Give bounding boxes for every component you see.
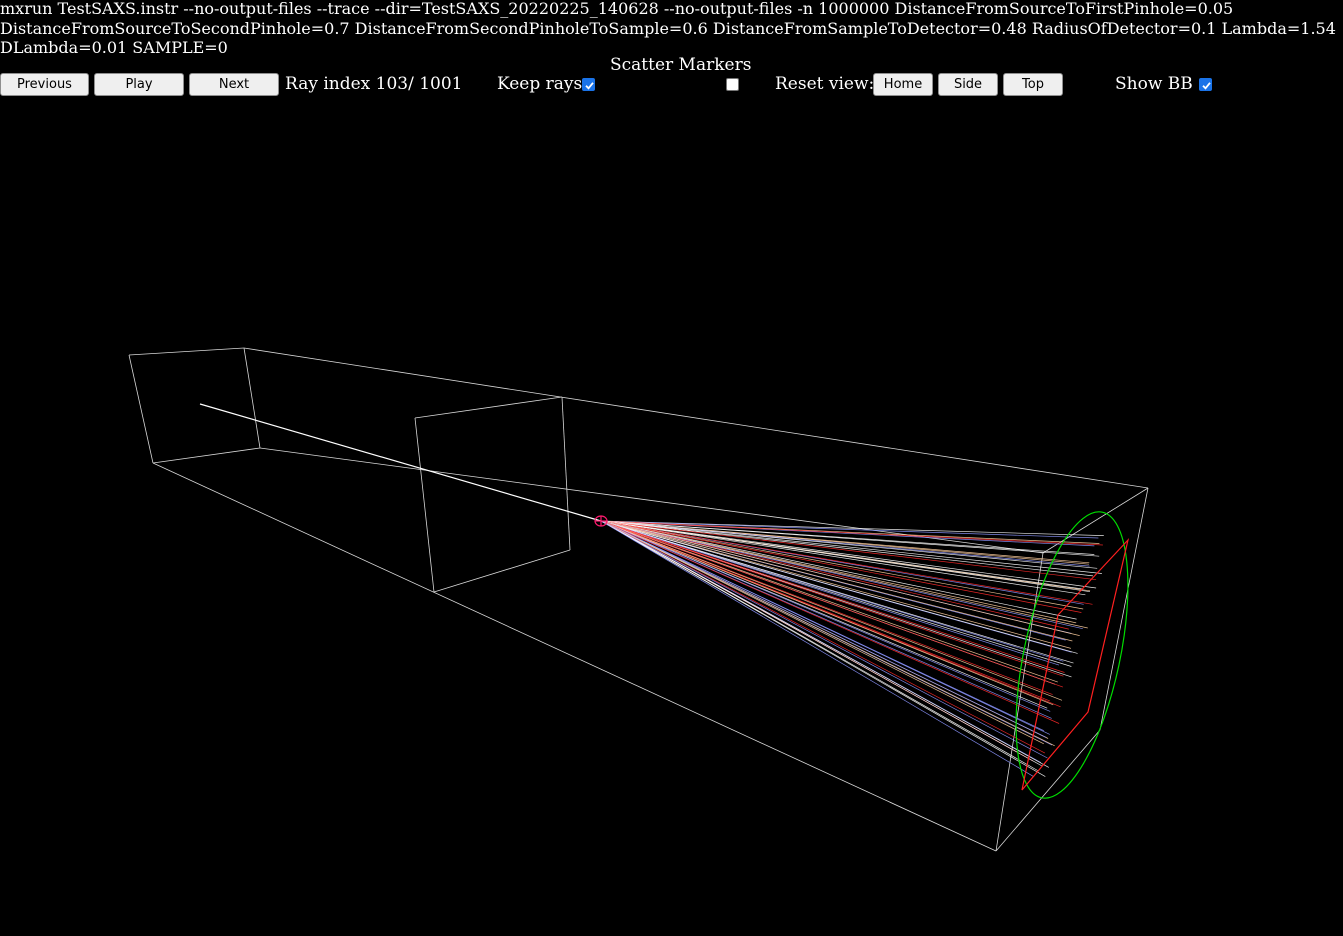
keep-rays-label: Keep rays — [497, 74, 583, 94]
home-view-button[interactable]: Home — [873, 73, 933, 96]
play-button[interactable]: Play — [94, 73, 184, 96]
scattered-ray — [600, 520, 1055, 747]
incident-beam — [199, 403, 602, 522]
side-view-button[interactable]: Side — [938, 73, 998, 96]
show-bb-checkbox[interactable] — [1199, 78, 1212, 91]
scattered-ray — [600, 520, 1077, 620]
scattered-ray — [600, 520, 1051, 712]
next-button[interactable]: Next — [189, 73, 279, 96]
checkmark-icon — [1202, 82, 1211, 90]
previous-button[interactable]: Previous — [0, 73, 89, 96]
scatter-markers-label: Scatter Markers — [610, 55, 752, 75]
checkmark-icon — [585, 82, 594, 90]
trace-3d-view[interactable] — [0, 0, 1343, 936]
scatter-markers-checkbox[interactable] — [726, 78, 739, 91]
scattered-ray — [600, 520, 1064, 688]
scattered-ray — [600, 520, 1048, 759]
detector — [1015, 511, 1130, 799]
reset-view-label: Reset view: — [775, 74, 875, 94]
scattered-ray — [600, 520, 1077, 624]
ray-index-label: Ray index 103/ 1001 — [285, 74, 463, 94]
scattered-ray — [600, 520, 1074, 664]
controls-bar: Previous Play Next Ray index 103/ 1001 K… — [0, 55, 1343, 101]
keep-rays-checkbox[interactable] — [582, 78, 595, 91]
scattered-ray — [600, 520, 1060, 724]
show-bb-label: Show BB — [1115, 74, 1193, 94]
bounding-box — [128, 347, 1149, 852]
top-view-button[interactable]: Top — [1003, 73, 1063, 96]
sample-marker — [594, 515, 608, 527]
